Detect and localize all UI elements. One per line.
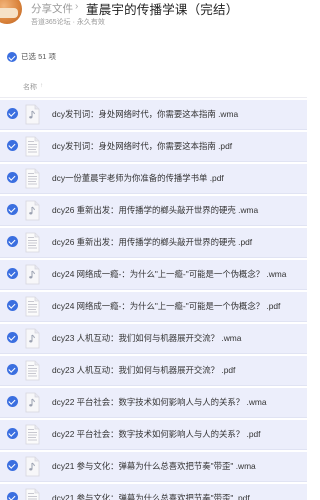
file-name[interactable]: dcy21 参与文化：弹幕为什么总喜欢把节奏"带歪" .pdf (52, 492, 250, 500)
page-title: 董晨宇的传播学课（完结） (86, 3, 239, 17)
row-checkbox[interactable] (7, 492, 18, 500)
row-checkbox[interactable] (7, 204, 18, 215)
pdf-file-icon (24, 488, 41, 500)
audio-file-icon (24, 200, 41, 221)
pdf-file-icon (24, 296, 41, 317)
name-column-header[interactable]: 名称 (23, 82, 37, 92)
row-checkbox[interactable] (7, 108, 18, 119)
audio-file-icon (24, 328, 41, 349)
file-row[interactable]: dcy26 重新出发：用传播学的榔头敲开世界的硬壳 .wma (0, 196, 307, 226)
share-source-validity: 吾道365论坛 · 永久有效 (31, 19, 105, 26)
row-checkbox[interactable] (7, 460, 18, 471)
file-row[interactable]: dcy23 人机互动：我们如何与机器展开交流？ .wma (0, 324, 307, 354)
file-row[interactable]: dcy21 参与文化：弹幕为什么总喜欢把节奏"带歪" .wma (0, 452, 307, 482)
breadcrumb-shared-files[interactable]: 分享文件 (31, 1, 73, 16)
pdf-file-icon (24, 168, 41, 189)
file-name[interactable]: dcy发刊词：身处网络时代，你需要这本指南 .pdf (52, 140, 232, 152)
selection-bar: 已选 51 项 (0, 50, 307, 64)
row-checkbox[interactable] (7, 428, 18, 439)
row-checkbox[interactable] (7, 396, 18, 407)
file-row[interactable]: dcy24 网络成一瘾-：为什么"上一瘾-"可能是一个伪概念？ .pdf (0, 292, 307, 322)
file-row[interactable]: dcy一份董晨宇老师为你准备的传播学书单 .pdf (0, 164, 307, 194)
row-checkbox[interactable] (7, 236, 18, 247)
row-checkbox[interactable] (7, 364, 18, 375)
sort-arrow-icon[interactable]: ↑ (40, 83, 43, 89)
audio-file-icon (24, 456, 41, 477)
file-row[interactable]: dcy发刊词：身处网络时代，你需要这本指南 .wma (0, 100, 307, 130)
file-list: dcy发刊词：身处网络时代，你需要这本指南 .wma dcy发刊词：身处网络时代，… (0, 100, 307, 500)
audio-file-icon (24, 392, 41, 413)
file-name[interactable]: dcy23 人机互动：我们如何与机器展开交流？ .wma (52, 332, 241, 344)
pdf-file-icon (24, 424, 41, 445)
file-name[interactable]: dcy26 重新出发：用传播学的榔头敲开世界的硬壳 .wma (52, 204, 258, 216)
file-row[interactable]: dcy22 平台社会：数字技术如何影响人与人的关系？ .wma (0, 388, 307, 418)
file-row[interactable]: dcy22 平台社会：数字技术如何影响人与人的关系？ .pdf (0, 420, 307, 450)
list-header: 名称 ↑ (0, 76, 307, 98)
selection-count: 已选 51 项 (21, 52, 57, 61)
file-name[interactable]: dcy24 网络成一瘾-：为什么"上一瘾-"可能是一个伪概念？ .pdf (52, 300, 280, 312)
row-checkbox[interactable] (7, 268, 18, 279)
file-row[interactable]: dcy23 人机互动：我们如何与机器展开交流？ .pdf (0, 356, 307, 386)
file-name[interactable]: dcy23 人机互动：我们如何与机器展开交流？ .pdf (52, 364, 235, 376)
file-name[interactable]: dcy24 网络成一瘾-：为什么"上一瘾-"可能是一个伪概念？ .wma (52, 268, 286, 280)
file-name[interactable]: dcy21 参与文化：弹幕为什么总喜欢把节奏"带歪" .wma (52, 460, 256, 472)
pdf-file-icon (24, 136, 41, 157)
breadcrumb-separator-icon: › (75, 1, 79, 12)
file-name[interactable]: dcy22 平台社会：数字技术如何影响人与人的关系？ .wma (52, 396, 267, 408)
file-row[interactable]: dcy24 网络成一瘾-：为什么"上一瘾-"可能是一个伪概念？ .wma (0, 260, 307, 290)
file-row[interactable]: dcy发刊词：身处网络时代，你需要这本指南 .pdf (0, 132, 307, 162)
file-name[interactable]: dcy一份董晨宇老师为你准备的传播学书单 .pdf (52, 172, 224, 184)
pdf-file-icon (24, 232, 41, 253)
avatar[interactable] (0, 0, 22, 24)
file-name[interactable]: dcy22 平台社会：数字技术如何影响人与人的关系？ .pdf (52, 428, 260, 440)
share-header: 分享文件 › 董晨宇的传播学课（完结） 吾道365论坛 · 永久有效 (0, 0, 307, 44)
file-row[interactable]: dcy21 参与文化：弹幕为什么总喜欢把节奏"带歪" .pdf (0, 484, 307, 500)
row-checkbox[interactable] (7, 140, 18, 151)
file-name[interactable]: dcy发刊词：身处网络时代，你需要这本指南 .wma (52, 108, 238, 120)
row-checkbox[interactable] (7, 172, 18, 183)
select-all-checkbox[interactable] (7, 52, 17, 62)
file-name[interactable]: dcy26 重新出发：用传播学的榔头敲开世界的硬壳 .pdf (52, 236, 252, 248)
audio-file-icon (24, 104, 41, 125)
row-checkbox[interactable] (7, 300, 18, 311)
file-row[interactable]: dcy26 重新出发：用传播学的榔头敲开世界的硬壳 .pdf (0, 228, 307, 258)
row-checkbox[interactable] (7, 332, 18, 343)
audio-file-icon (24, 264, 41, 285)
pdf-file-icon (24, 360, 41, 381)
